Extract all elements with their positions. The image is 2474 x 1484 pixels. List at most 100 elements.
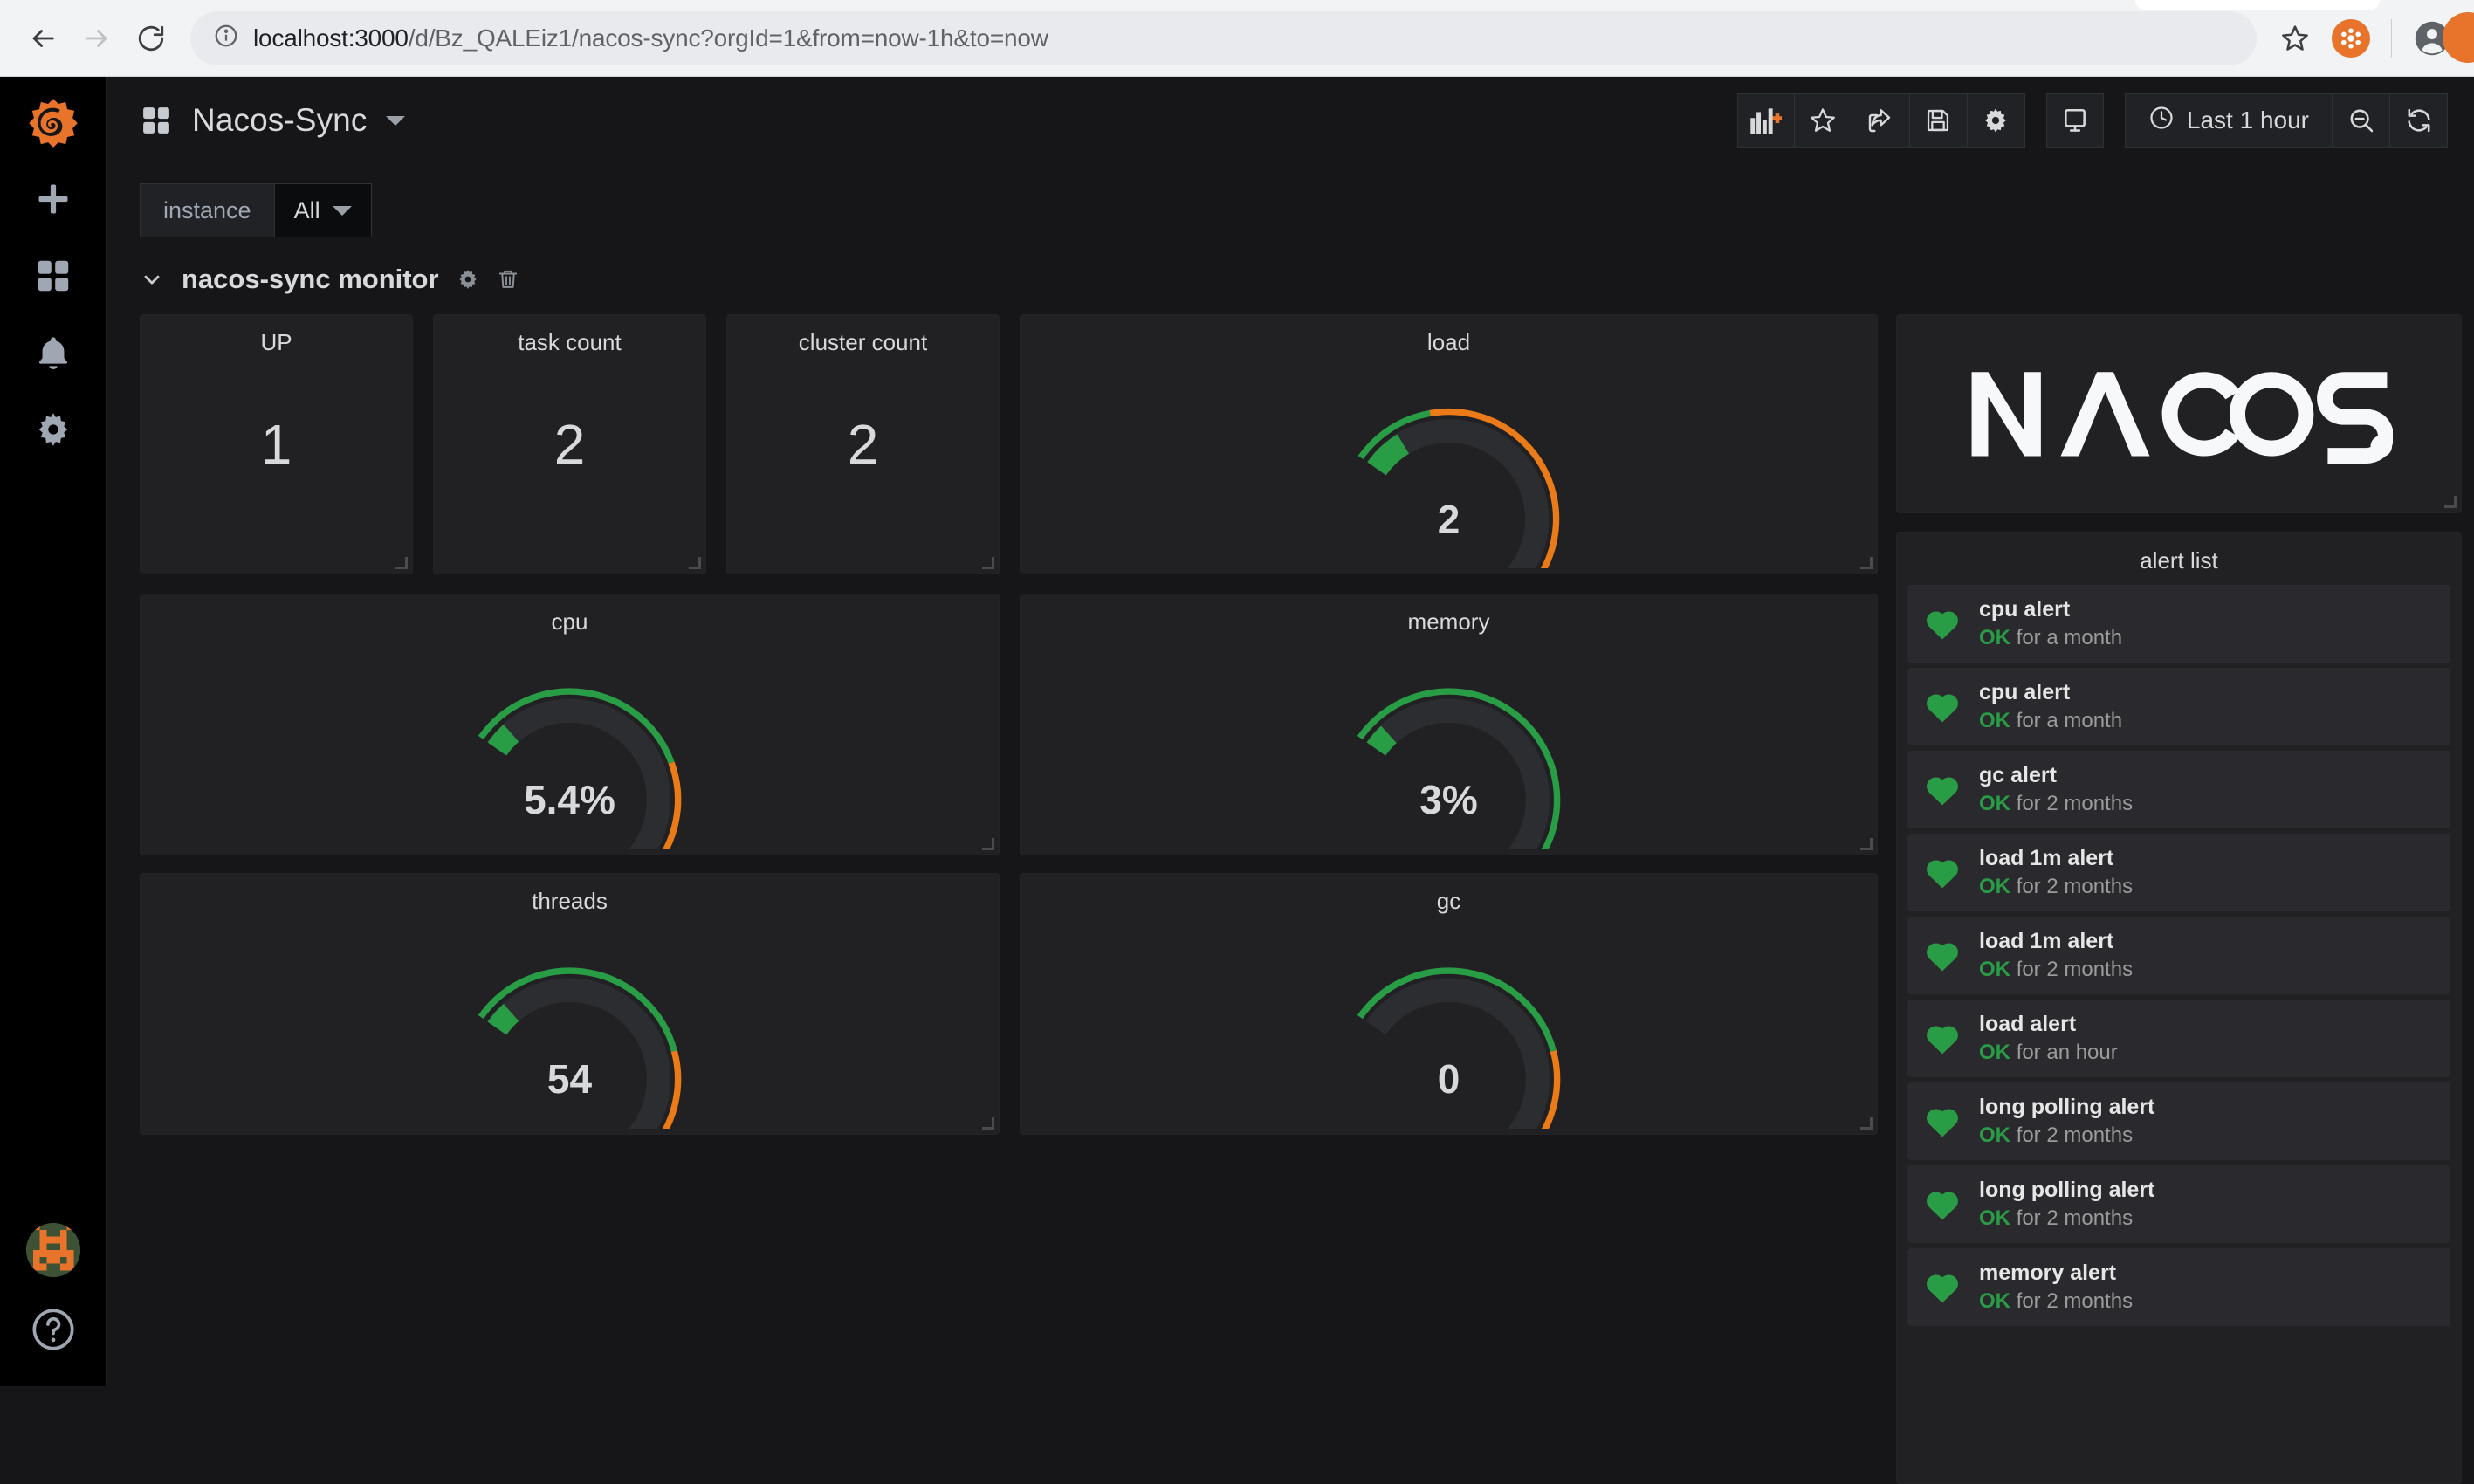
panel-gc[interactable]: gc 0 [1020, 873, 1878, 1135]
panel-memory[interactable]: memory 3% [1020, 594, 1878, 855]
share-dashboard-button[interactable] [1852, 93, 1910, 148]
alert-state-badge: OK [1979, 1123, 2010, 1147]
stat-value: 2 [727, 412, 999, 477]
address-bar[interactable]: localhost:3000/d/Bz_QALEiz1/nacos-sync?o… [190, 11, 2257, 65]
zoom-out-time-button[interactable] [2333, 93, 2390, 148]
alert-state-badge: OK [1979, 875, 2010, 898]
sidebar-item-create[interactable] [0, 161, 107, 237]
alert-name: memory alert [1979, 1261, 2133, 1286]
panel-up[interactable]: UP 1 [140, 314, 413, 574]
panel-resize-handle[interactable] [982, 838, 994, 850]
gear-icon[interactable] [457, 268, 479, 291]
alert-list[interactable]: cpu alertOK for a month cpu alertOK for a… [1897, 585, 2461, 1483]
alert-text-group: cpu alertOK for a month [1979, 680, 2122, 733]
variable-instance: instance All [140, 183, 372, 237]
clock-icon [2148, 105, 2175, 137]
panel-resize-handle[interactable] [982, 1117, 994, 1130]
alert-list-item[interactable]: long polling alertOK for 2 months [1907, 1165, 2450, 1243]
url-text: localhost:3000/d/Bz_QALEiz1/nacos-sync?o… [253, 24, 1048, 52]
alert-list-item[interactable]: memory alertOK for 2 months [1907, 1248, 2450, 1326]
alert-state-badge: OK [1979, 1041, 2010, 1064]
view-mode-group [2046, 93, 2104, 148]
panel-resize-handle[interactable] [1860, 838, 1873, 850]
chevron-down-icon[interactable] [140, 267, 164, 292]
panel-actions-group [1737, 93, 2025, 148]
variable-value-picker[interactable]: All [274, 183, 372, 237]
chevron-down-icon [333, 206, 352, 216]
panel-resize-handle[interactable] [1860, 1117, 1873, 1130]
alert-name: cpu alert [1979, 597, 2122, 622]
back-arrow-icon[interactable] [16, 11, 70, 65]
panel-title: UP [141, 315, 412, 356]
grafana-logo-icon[interactable] [19, 93, 87, 161]
trash-icon[interactable] [497, 268, 519, 291]
alert-state-badge: OK [1979, 1289, 2010, 1313]
heart-ok-icon [1923, 771, 1962, 809]
help-icon[interactable] [31, 1307, 76, 1357]
panel-task-count[interactable]: task count 2 [433, 314, 706, 574]
alert-name: load 1m alert [1979, 929, 2133, 954]
chevron-down-icon[interactable] [386, 116, 405, 126]
time-picker-button[interactable]: Last 1 hour [2125, 93, 2333, 148]
add-panel-button[interactable] [1737, 93, 1795, 148]
submenu-controls: instance All [107, 164, 2474, 237]
extension-icon[interactable] [2325, 12, 2377, 65]
alert-text-group: long polling alertOK for 2 months [1979, 1178, 2154, 1231]
panel-title: load [1021, 315, 1877, 356]
panel-resize-handle[interactable] [689, 557, 701, 569]
alert-list-item[interactable]: load alertOK for an hour [1907, 1000, 2450, 1077]
alert-text-group: cpu alertOK for a month [1979, 597, 2122, 650]
panel-load[interactable]: load 2 [1020, 314, 1878, 574]
star-icon[interactable] [2269, 12, 2321, 65]
stat-value: 1 [141, 412, 412, 477]
sidebar-item-configuration[interactable] [0, 391, 107, 468]
time-controls-group: Last 1 hour [2125, 93, 2448, 148]
panel-resize-handle[interactable] [1860, 557, 1873, 569]
alert-name: long polling alert [1979, 1095, 2154, 1120]
panel-cluster-count[interactable]: cluster count 2 [726, 314, 1000, 574]
alert-list-item[interactable]: cpu alertOK for a month [1907, 668, 2450, 745]
panel-resize-handle[interactable] [395, 557, 408, 569]
gauge: 3% [1021, 636, 1877, 849]
alert-name: long polling alert [1979, 1178, 2154, 1203]
sidebar-item-dashboards[interactable] [0, 237, 107, 314]
user-avatar[interactable] [26, 1223, 80, 1277]
alert-state-badge: OK [1979, 958, 2010, 981]
gauge-value-label: 0 [1438, 1055, 1460, 1103]
alert-name: gc alert [1979, 763, 2133, 788]
dashboard-title-group[interactable]: Nacos-Sync [140, 102, 405, 139]
alert-text-group: long polling alertOK for 2 months [1979, 1095, 2154, 1148]
reload-icon[interactable] [124, 11, 178, 65]
gauge: 5.4% [141, 636, 999, 849]
alert-list-item[interactable]: load 1m alertOK for 2 months [1907, 834, 2450, 911]
page-info-icon[interactable] [213, 23, 239, 53]
grafana-app: Nacos-Sync [0, 77, 2474, 1386]
alert-list-item[interactable]: load 1m alertOK for 2 months [1907, 917, 2450, 994]
url-host: localhost:3000 [253, 24, 409, 52]
alert-state-badge: OK [1979, 1206, 2010, 1230]
save-dashboard-button[interactable] [1910, 93, 1968, 148]
alert-list-item[interactable]: gc alert OK for 2 months [1907, 751, 2450, 828]
sidebar-item-alerting[interactable] [0, 314, 107, 391]
panel-title: cluster count [727, 315, 999, 356]
alert-text-group: gc alert OK for 2 months [1979, 763, 2133, 816]
gauge: 2 [1021, 357, 1877, 568]
cycle-view-mode-button[interactable] [2046, 93, 2104, 148]
refresh-dashboard-button[interactable] [2390, 93, 2448, 148]
panel-cpu[interactable]: cpu 5.4% [140, 594, 1000, 855]
panel-nacos-logo[interactable] [1896, 314, 2462, 513]
dashboard-settings-button[interactable] [1968, 93, 2025, 148]
panel-resize-handle[interactable] [982, 557, 994, 569]
dashboard-row-header[interactable]: nacos-sync monitor [107, 237, 2474, 307]
panel-threads[interactable]: threads 54 [140, 873, 1000, 1135]
alert-state: OK for 2 months [1979, 792, 2133, 816]
alert-list-item[interactable]: long polling alertOK for 2 months [1907, 1082, 2450, 1160]
stat-value: 2 [434, 412, 705, 477]
mark-favorite-button[interactable] [1795, 93, 1852, 148]
alert-list-item[interactable]: cpu alertOK for a month [1907, 585, 2450, 663]
panel-title: alert list [1897, 533, 2461, 585]
panel-resize-handle[interactable] [2444, 496, 2457, 508]
nacos-logo [1965, 361, 2394, 468]
panel-alert-list[interactable]: alert list cpu alertOK for a monthcpu al… [1896, 532, 2462, 1484]
panel-title: memory [1021, 594, 1877, 636]
